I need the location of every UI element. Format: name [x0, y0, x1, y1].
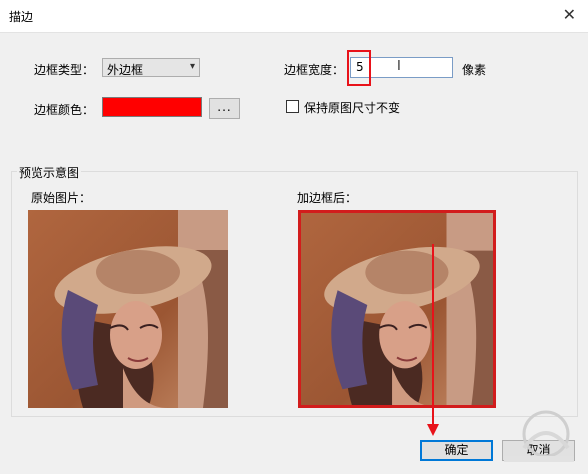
border-color-swatch[interactable] [102, 97, 202, 117]
watermark-logo [504, 410, 574, 462]
border-width-label: 边框宽度： [284, 63, 345, 77]
unit-label: 像素 [462, 63, 487, 77]
text-cursor-icon: I [397, 59, 401, 74]
close-icon[interactable]: ✕ [563, 5, 576, 24]
border-color-label: 边框颜色： [34, 103, 95, 117]
chevron-down-icon: ▾ [189, 61, 195, 72]
highlight-box [347, 50, 371, 86]
preview-border-frame [298, 210, 496, 408]
ok-button[interactable]: 确定 [420, 440, 493, 461]
original-image [28, 210, 228, 408]
keep-size-checkbox[interactable] [286, 100, 299, 113]
bordered-image-label: 加边框后： [297, 191, 358, 205]
border-type-dropdown[interactable]: 外边框 ▾ [102, 58, 200, 77]
original-image-label: 原始图片： [31, 191, 92, 205]
border-type-label: 边框类型： [34, 63, 95, 77]
title-bar: 描边 ✕ [0, 0, 588, 33]
window-title: 描边 [9, 10, 34, 24]
preview-group-label: 预览示意图 [17, 164, 82, 181]
color-picker-button[interactable]: ... [209, 98, 240, 119]
keep-size-label: 保持原图尺寸不变 [304, 101, 401, 115]
border-type-value: 外边框 [107, 63, 144, 77]
